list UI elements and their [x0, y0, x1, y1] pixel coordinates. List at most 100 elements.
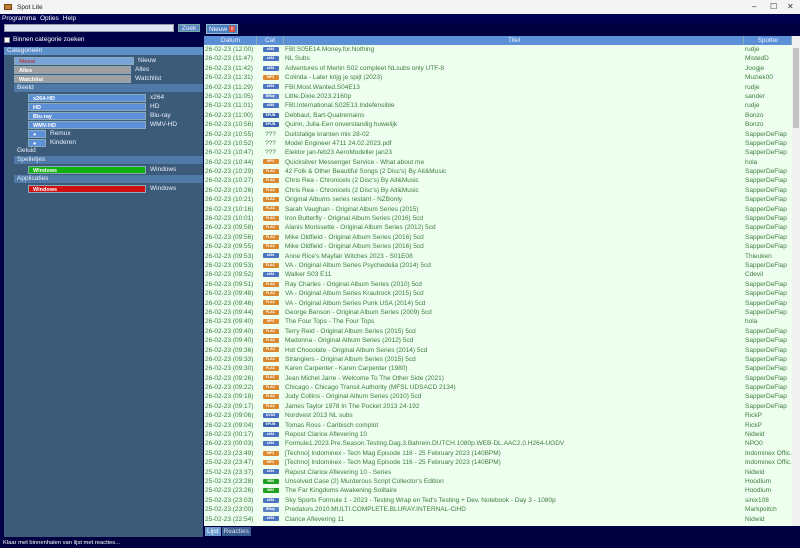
table-row[interactable]: 26-02-23 (11:05) BRay Little.Dixie.2023.21…	[204, 92, 800, 101]
table-row[interactable]: 26-02-23 (09:53) x264 Anne Rice's Mayfair …	[204, 252, 800, 261]
column-titel[interactable]: Titel	[284, 36, 744, 45]
table-row[interactable]: 25-02-23 (22:54) x264 Clarice Aflevering 1…	[204, 515, 800, 524]
table-row[interactable]: 26-02-23 (09:51) FLAC Ray Charles - Origin…	[204, 280, 800, 289]
maximize-icon[interactable]: ☐	[770, 2, 777, 11]
table-row[interactable]: 26-02-23 (10:27) FLAC Chris Rea - Chronice…	[204, 176, 800, 185]
table-row[interactable]: 26-02-23 (09:55) FLAC Mike Oldfield - Orig…	[204, 242, 800, 251]
group-spelletjes[interactable]: Spelletjes	[14, 156, 203, 164]
table-row[interactable]: 26-02-23 (10:29) FLAC 42 Folk & Other Beau…	[204, 167, 800, 176]
table-row[interactable]: 26-02-23 (10:26) FLAC Chris Rea - Chronice…	[204, 186, 800, 195]
table-row[interactable]: 26-02-23 (09:33) FLAC Stranglers - Origina…	[204, 355, 800, 364]
table-row[interactable]: 26-02-23 (10:01) FLAC Iron Butterfly - Ori…	[204, 214, 800, 223]
category-x264[interactable]: x264-HD x264	[4, 93, 203, 102]
table-row[interactable]: 26-02-23 (09:46) FLAC VA - Original Album …	[204, 299, 800, 308]
table-row[interactable]: 26-02-23 (09:52) x264 Walker S03 E11 Cdevil	[204, 270, 800, 279]
checkbox-box[interactable]	[4, 36, 10, 43]
table-row[interactable]: 26-02-23 (11:47) x264 NL Subs MistedD	[204, 54, 800, 63]
list-scrollbar[interactable]	[792, 36, 800, 526]
table-row[interactable]: 26-02-23 (12:00) x264 FBI.S05E14.Money.for…	[204, 45, 800, 54]
search-input[interactable]	[4, 24, 174, 32]
beeld-1-button[interactable]: HD	[28, 102, 146, 111]
category-remux[interactable]: ● Remux	[4, 129, 203, 138]
column-spotter[interactable]: Spotter	[744, 36, 792, 45]
spelletjes-windows-button[interactable]: Windows	[28, 165, 146, 174]
table-row[interactable]: 26-02-23 (10:47)??? Elektor jan-feb23 Aer…	[204, 148, 800, 157]
table-row[interactable]: 25-02-23 (23:00) BRay Predators.2010.MULTI…	[204, 505, 800, 514]
category-hd[interactable]: HD HD	[4, 102, 203, 111]
table-row[interactable]: 25-02-23 (23:37) x264 Repost Clarice Aflev…	[204, 468, 800, 477]
table-row[interactable]: 25-02-23 (23:49) MP3 [Techno] Indominex - …	[204, 449, 800, 458]
table-row[interactable]: 25-02-23 (23:28) WIN Unsolved Case (2) Mur…	[204, 477, 800, 486]
table-row[interactable]: 25-02-23 (23:03) x264 Sky Sports Formule 1…	[204, 496, 800, 505]
table-row[interactable]: 26-02-23 (10:52)??? Model Engineer 4711 2…	[204, 139, 800, 148]
tab-reacties[interactable]: Reacties	[221, 527, 251, 536]
table-row[interactable]: 25-02-23 (23:26) WIN The Far Kingdoms Awak…	[204, 486, 800, 495]
beeld-3-button[interactable]: WMV-HD	[28, 120, 146, 129]
menu-help[interactable]: Help	[63, 15, 76, 22]
table-row[interactable]: 26-02-23 (11:01) x264 FBI.International.S0…	[204, 101, 800, 110]
row-category: FLAC	[257, 214, 284, 223]
table-row[interactable]: 26-02-23 (10:56) EPUB Quinn, Julia-Een onv…	[204, 120, 800, 129]
table-row[interactable]: 26-02-23 (09:53) FLAC VA - Original Album …	[204, 261, 800, 270]
table-row[interactable]: 26-02-23 (09:48) FLAC VA - Original Album …	[204, 289, 800, 298]
table-row[interactable]: 26-02-23 (09:17) FLAC James Taylor 1978 In…	[204, 402, 800, 411]
toggle-button[interactable]: ●	[28, 138, 46, 147]
table-row[interactable]: 26-02-23 (09:04) EPUB Tomas Ross - Caribis…	[204, 421, 800, 430]
menu-opties[interactable]: Opties	[40, 15, 59, 22]
beeld-0-button[interactable]: x264-HD	[28, 93, 146, 102]
tab-lijst[interactable]: Lijst	[205, 527, 221, 536]
table-row[interactable]: 26-02-23 (09:22) FLAC Chicago - Chicago Tr…	[204, 383, 800, 392]
category-blu-ray[interactable]: Blu-ray Blu-ray	[4, 111, 203, 120]
table-row[interactable]: 26-02-23 (09:06) DVD5 Nordvest 2013 NL sub…	[204, 411, 800, 420]
table-row[interactable]: 26-02-23 (11:31) MP3 Colinda - Later krijg…	[204, 73, 800, 82]
table-row[interactable]: 26-02-23 (09:58) FLAC Alanis Morissette - …	[204, 223, 800, 232]
table-row[interactable]: 26-02-23 (09:44) FLAC George Benson - Orig…	[204, 308, 800, 317]
alles-button[interactable]: Alles	[14, 65, 131, 74]
table-row[interactable]: 26-02-23 (11:42) x264 Adventures of Merlin…	[204, 64, 800, 73]
category-applicaties-windows[interactable]: Windows Windows	[4, 184, 203, 193]
group-applicaties[interactable]: Applicaties	[14, 175, 203, 183]
table-row[interactable]: 26-02-23 (10:55)??? Duitstalige kranten m…	[204, 130, 800, 139]
scrollbar-thumb[interactable]	[793, 48, 799, 128]
column-cat[interactable]: Cat	[257, 36, 284, 45]
group-beeld[interactable]: Beeld	[14, 84, 203, 92]
table-row[interactable]: 26-02-23 (09:56) FLAC Mike Oldfield - Orig…	[204, 233, 800, 242]
tab-nieuw[interactable]: Nieuw x	[206, 24, 239, 34]
column-datum[interactable]: Datum	[204, 36, 257, 45]
table-row[interactable]: 26-02-23 (09:40) MP3 The Four Tops - The F…	[204, 317, 800, 326]
minimize-icon[interactable]: –	[752, 2, 756, 11]
beeld-2-button[interactable]: Blu-ray	[28, 111, 146, 120]
table-row[interactable]: 26-02-23 (09:36) FLAC Hot Chocolate - Orig…	[204, 346, 800, 355]
search-button[interactable]: Zoek	[178, 24, 200, 32]
categories-header[interactable]: Categorieën	[4, 47, 203, 55]
table-row[interactable]: 26-02-23 (10:44) MP3 Quicksilver Messenger…	[204, 158, 800, 167]
close-icon[interactable]: ✕	[787, 2, 794, 11]
row-date: 26-02-23 (09:36)	[205, 346, 254, 354]
table-row[interactable]: 26-02-23 (11:29) x264 FBI.Most.Wanted.S04E…	[204, 83, 800, 92]
within-category-checkbox[interactable]: Binnen categorie zoeken	[4, 36, 85, 43]
group-geluid[interactable]: Geluid	[4, 147, 203, 155]
table-row[interactable]: 26-02-23 (09:40) FLAC Terry Reid - Origina…	[204, 327, 800, 336]
watchlist-button[interactable]: Watchlist	[14, 74, 131, 83]
category-wmv-hd[interactable]: WMV-HD WMV-HD	[4, 120, 203, 129]
category-nieuw[interactable]: Nieuw Nieuw	[4, 56, 203, 65]
toggle-button[interactable]: ●	[28, 129, 46, 138]
table-row[interactable]: 26-02-23 (10:16) FLAC Sarah Vaughan - Orig…	[204, 205, 800, 214]
table-row[interactable]: 26-02-23 (09:30) FLAC Karen Carpenter - Ka…	[204, 364, 800, 373]
category-spelletjes-windows[interactable]: Windows Windows	[4, 165, 203, 174]
table-row[interactable]: 26-02-23 (09:40) FLAC Madonna - Original A…	[204, 336, 800, 345]
table-row[interactable]: 26-02-23 (09:18) FLAC Judy Collins - Origi…	[204, 392, 800, 401]
table-row[interactable]: 26-02-23 (00:17) x264 Repost Clarice Aflev…	[204, 430, 800, 439]
menu-programma[interactable]: Programma	[2, 15, 36, 22]
table-row[interactable]: 26-02-23 (10:21) FLAC Original Albums seri…	[204, 195, 800, 204]
table-row[interactable]: 25-02-23 (23:47) MP3 [Techno] Indominex - …	[204, 458, 800, 467]
category-watchlist[interactable]: Watchlist Watchlist	[4, 74, 203, 83]
table-row[interactable]: 26-02-23 (09:26) FLAC Jean Michel Jarre - …	[204, 374, 800, 383]
table-row[interactable]: 26-02-23 (00:03) x264 Formule1.2023.Pre.Se…	[204, 439, 800, 448]
nieuw-button[interactable]: Nieuw	[14, 56, 134, 65]
table-row[interactable]: 26-02-23 (11:00) EPUB Debbaut, Bart-Quatre…	[204, 111, 800, 120]
category-kinderen[interactable]: ● Kinderen	[4, 138, 203, 147]
category-alles[interactable]: Alles Alles	[4, 65, 203, 74]
close-tab-icon[interactable]: x	[229, 26, 236, 32]
applicaties-windows-button[interactable]: Windows	[28, 184, 146, 193]
